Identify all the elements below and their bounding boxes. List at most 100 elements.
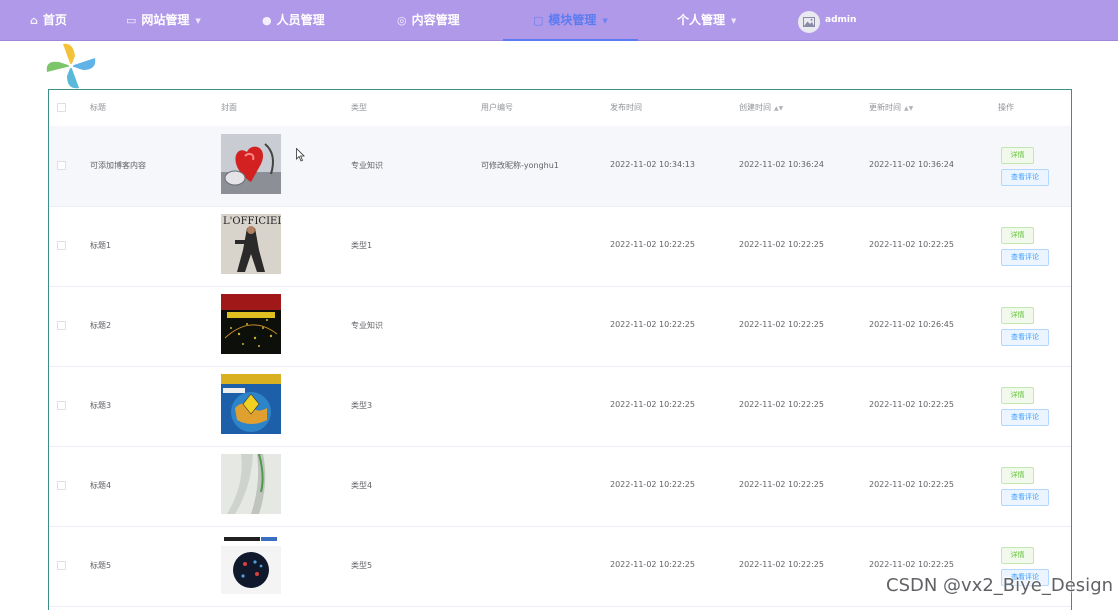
header-publish-time: 发布时间	[610, 103, 642, 112]
header-user-no: 用户编号	[481, 103, 513, 112]
row-type: 类型5	[351, 561, 373, 570]
row-publish-time: 2022-11-02 10:22:25	[610, 240, 695, 249]
row-user-no: 可修改昵称-yonghu1	[481, 161, 559, 170]
row-title: 可添加博客内容	[90, 161, 146, 170]
row-create-time: 2022-11-02 10:22:25	[739, 400, 824, 409]
nav-label: 模块管理	[548, 13, 597, 27]
user-icon: ●	[262, 14, 272, 27]
nav-item-module-management[interactable]: ▢ 模块管理 ▼	[503, 0, 638, 41]
sort-icon[interactable]: ▲▼	[904, 91, 913, 127]
heart-stethoscope-image	[221, 134, 281, 194]
view-comments-button[interactable]: 查看评论	[1001, 249, 1049, 266]
detail-button[interactable]: 详情	[1001, 547, 1034, 564]
row-type: 专业知识	[351, 161, 383, 170]
nav-item-people-management[interactable]: ● 人员管理	[262, 0, 325, 40]
row-title: 标题3	[90, 401, 112, 410]
chevron-down-icon: ▼	[195, 16, 201, 25]
select-all-checkbox[interactable]	[57, 103, 66, 112]
nav-label: 人员管理	[276, 13, 325, 27]
row-create-time: 2022-11-02 10:22:25	[739, 320, 824, 329]
mouse-cursor-icon	[296, 148, 305, 162]
header-update-time[interactable]: 更新时间 ▲▼	[869, 90, 913, 126]
svg-text:L'OFFICIEL: L'OFFICIEL	[223, 216, 281, 227]
row-update-time: 2022-11-02 10:36:24	[869, 160, 954, 169]
abstract-paper-image	[221, 454, 281, 514]
content-icon: ◎	[397, 14, 407, 27]
table-row: 标题4 类型4 2022-11-02 10:22:25 2022-11-02 1…	[49, 446, 1071, 527]
row-checkbox[interactable]	[57, 481, 66, 490]
pinwheel-logo	[46, 43, 96, 89]
nav-label: 首页	[42, 13, 67, 27]
table-header: 标题 封面 类型 用户编号 发布时间 创建时间 ▲▼ 更新时间 ▲▼ 操作	[49, 90, 1071, 127]
blog-table: 标题 封面 类型 用户编号 发布时间 创建时间 ▲▼ 更新时间 ▲▼ 操作 可添加博…	[48, 89, 1072, 610]
nav-item-content-management[interactable]: ◎ 内容管理	[397, 0, 460, 40]
nav-label: 内容管理	[411, 13, 460, 27]
row-type: 专业知识	[351, 321, 383, 330]
row-checkbox[interactable]	[57, 561, 66, 570]
nav-label: 网站管理	[141, 13, 190, 27]
row-create-time: 2022-11-02 10:22:25	[739, 240, 824, 249]
row-update-time: 2022-11-02 10:22:25	[869, 480, 954, 489]
nav-label: 个人管理	[677, 13, 726, 27]
chevron-down-icon: ▼	[731, 16, 737, 25]
row-publish-time: 2022-11-02 10:22:25	[610, 320, 695, 329]
header-create-time[interactable]: 创建时间 ▲▼	[739, 90, 783, 126]
row-publish-time: 2022-11-02 10:22:25	[610, 480, 695, 489]
avatar[interactable]	[798, 11, 820, 33]
row-checkbox[interactable]	[57, 401, 66, 410]
row-title: 标题4	[90, 481, 112, 490]
row-publish-time: 2022-11-02 10:22:25	[610, 400, 695, 409]
image-icon	[803, 17, 815, 27]
nav-item-site-management[interactable]: ▭ 网站管理 ▼	[126, 0, 201, 40]
header-update-time-label: 更新时间	[869, 103, 901, 112]
header-action: 操作	[998, 103, 1014, 112]
row-create-time: 2022-11-02 10:36:24	[739, 160, 824, 169]
detail-button[interactable]: 详情	[1001, 307, 1034, 324]
globe-magazine-image	[221, 374, 281, 434]
home-icon: ⌂	[30, 14, 38, 27]
row-title: 标题5	[90, 561, 112, 570]
science-magazine-image	[221, 294, 281, 354]
detail-button[interactable]: 详情	[1001, 147, 1034, 164]
view-comments-button[interactable]: 查看评论	[1001, 329, 1049, 346]
nav-item-personal-management[interactable]: 个人管理 ▼	[677, 0, 736, 40]
row-title: 标题2	[90, 321, 112, 330]
header-cover: 封面	[221, 103, 237, 112]
sort-icon[interactable]: ▲▼	[774, 91, 783, 127]
row-publish-time: 2022-11-02 10:34:13	[610, 160, 695, 169]
header-title: 标题	[90, 103, 106, 112]
row-update-time: 2022-11-02 10:22:25	[869, 400, 954, 409]
row-checkbox[interactable]	[57, 161, 66, 170]
chat-icon: ▢	[533, 14, 544, 27]
row-checkbox[interactable]	[57, 241, 66, 250]
table-row: 标题3 类型3 2022-11-02 10:22:25 2022-11-02 1…	[49, 366, 1071, 447]
user-name[interactable]: admin	[825, 0, 856, 40]
row-update-time: 2022-11-02 10:26:45	[869, 320, 954, 329]
row-checkbox[interactable]	[57, 321, 66, 330]
row-create-time: 2022-11-02 10:22:25	[739, 480, 824, 489]
detail-button[interactable]: 详情	[1001, 387, 1034, 404]
table-row: 可添加博客内容 专业知识 可修改昵称-yonghu1 2022-11-02 10…	[49, 126, 1071, 207]
watermark: CSDN @vx2_Biye_Design	[886, 575, 1114, 596]
chevron-down-icon: ▼	[602, 16, 608, 25]
row-publish-time: 2022-11-02 10:22:25	[610, 560, 695, 569]
row-type: 类型1	[351, 241, 373, 250]
header-type: 类型	[351, 103, 367, 112]
view-comments-button[interactable]: 查看评论	[1001, 169, 1049, 186]
monitor-icon: ▭	[126, 14, 137, 27]
row-title: 标题1	[90, 241, 112, 250]
detail-button[interactable]: 详情	[1001, 467, 1034, 484]
fashion-magazine-image: L'OFFICIEL	[221, 214, 281, 274]
chemistry-journal-image	[221, 534, 281, 594]
nav-item-home[interactable]: ⌂ 首页	[30, 0, 67, 40]
view-comments-button[interactable]: 查看评论	[1001, 409, 1049, 426]
row-update-time: 2022-11-02 10:22:25	[869, 560, 954, 569]
top-navigation: ⌂ 首页 ▭ 网站管理 ▼ ● 人员管理 ◎ 内容管理 ▢ 模块管理 ▼ 个人管理 ▼ admi…	[0, 0, 1118, 41]
view-comments-button[interactable]: 查看评论	[1001, 489, 1049, 506]
header-create-time-label: 创建时间	[739, 103, 771, 112]
row-type: 类型3	[351, 401, 373, 410]
table-row: 标题1 L'OFFICIEL 类型1 2022-11-02 10:22:25 2…	[49, 206, 1071, 287]
row-create-time: 2022-11-02 10:22:25	[739, 560, 824, 569]
detail-button[interactable]: 详情	[1001, 227, 1034, 244]
row-update-time: 2022-11-02 10:22:25	[869, 240, 954, 249]
